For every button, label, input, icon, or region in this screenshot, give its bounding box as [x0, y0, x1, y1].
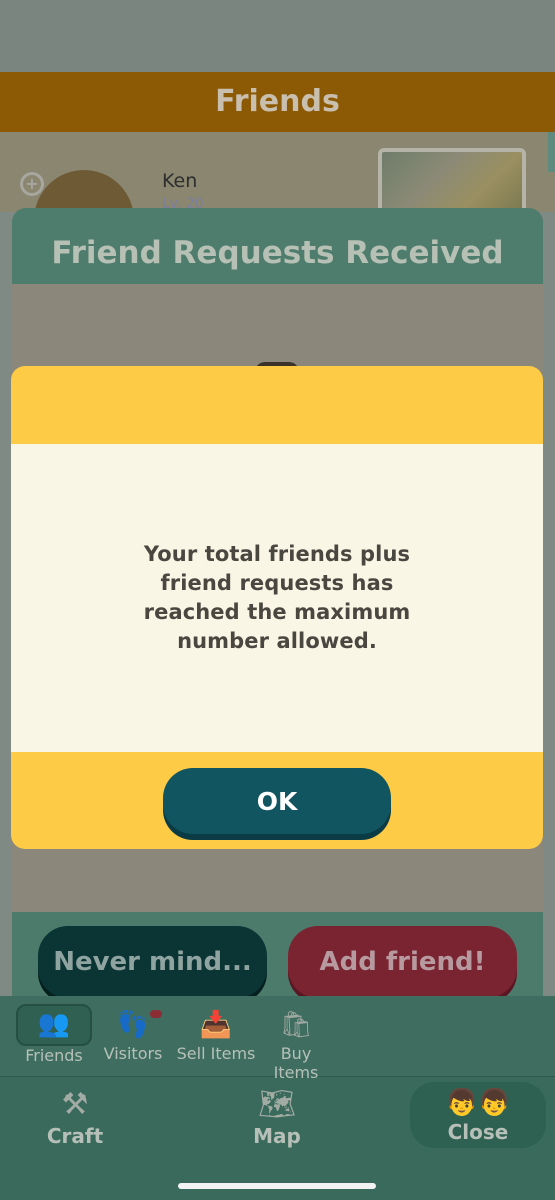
close-button[interactable]: 👦👦 Close: [410, 1082, 546, 1148]
tab-visitors-label: Visitors: [103, 1044, 163, 1063]
campsite-thumbnail: [378, 148, 526, 214]
tab-craft-label: Craft: [46, 1124, 104, 1148]
map-icon: 🗺: [257, 1087, 297, 1122]
limit-reached-dialog: Your total friends plus friend requests …: [11, 366, 543, 849]
hammer-icon: ⚒: [61, 1087, 89, 1122]
tab-visitors[interactable]: 👣 Visitors: [91, 1000, 175, 1074]
friends-icon: 👥: [16, 1004, 92, 1046]
tab-sell-items[interactable]: 📥 Sell Items: [172, 1000, 260, 1074]
scrollbar: [548, 132, 555, 172]
friends-header: Friends: [0, 72, 555, 132]
ok-button[interactable]: OK: [163, 768, 391, 834]
never-mind-button[interactable]: Never mind...: [38, 926, 267, 998]
notification-badge: [150, 1010, 162, 1018]
zoom-icon: +: [20, 172, 44, 196]
tab-map[interactable]: 🗺 Map: [222, 1086, 332, 1156]
footprints-icon: 👣: [116, 1010, 150, 1040]
tab-buy-items[interactable]: 🛍 Buy Items: [256, 1000, 336, 1082]
sell-box-icon: 📥: [199, 1010, 233, 1040]
villagers-icon: 👦👦: [445, 1088, 511, 1118]
tab-friends[interactable]: 👥 Friends: [12, 1000, 96, 1074]
friend-requests-title: Friend Requests Received: [12, 208, 543, 284]
close-label: Close: [447, 1120, 509, 1144]
add-friend-button[interactable]: Add friend!: [288, 926, 517, 998]
dialog-message: Your total friends plus friend requests …: [143, 542, 411, 653]
tab-map-label: Map: [253, 1124, 301, 1148]
friend-name: Ken: [162, 170, 198, 192]
status-bar-area: [0, 0, 555, 72]
dialog-body: Your total friends plus friend requests …: [11, 444, 543, 752]
tab-friends-label: Friends: [25, 1046, 83, 1065]
buy-items-icon: 🛍: [279, 1010, 313, 1040]
tab-craft[interactable]: ⚒ Craft: [20, 1086, 130, 1156]
tab-buy-items-label: Buy Items: [273, 1044, 319, 1082]
home-indicator[interactable]: [178, 1183, 376, 1189]
tab-sell-items-label: Sell Items: [176, 1044, 256, 1063]
